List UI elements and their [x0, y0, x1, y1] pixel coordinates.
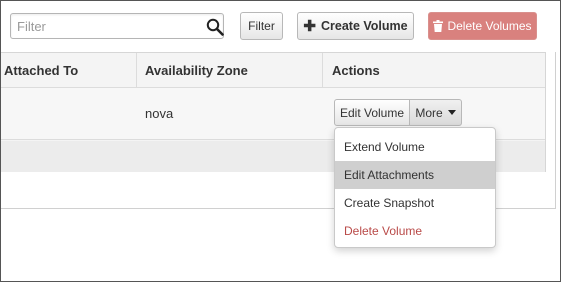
search-input[interactable]	[11, 14, 201, 38]
column-header-actions: Actions	[332, 63, 380, 78]
search-icon[interactable]	[206, 18, 224, 36]
column-header-attached-to[interactable]: Attached To	[0, 53, 78, 88]
trash-icon	[433, 20, 444, 32]
delete-volumes-button[interactable]: Delete Volumes	[428, 12, 537, 40]
menu-item-extend-volume[interactable]: Extend Volume	[335, 133, 495, 161]
menu-item-edit-attachments[interactable]: Edit Attachments	[335, 161, 495, 189]
more-dropdown-toggle[interactable]: More	[409, 99, 462, 126]
edit-volume-button[interactable]: Edit Volume	[334, 99, 410, 126]
filter-button-label: Filter	[248, 19, 275, 33]
delete-volumes-label: Delete Volumes	[447, 19, 532, 33]
create-volume-label: Create Volume	[320, 19, 408, 33]
more-actions-menu: Extend Volume Edit Attachments Create Sn…	[334, 127, 496, 248]
edit-volume-label: Edit Volume	[339, 105, 405, 120]
column-header-availability-zone[interactable]: Availability Zone	[141, 53, 248, 88]
menu-item-create-snapshot[interactable]: Create Snapshot	[335, 189, 495, 217]
caret-down-icon	[447, 110, 456, 115]
table-header: Attached To Availability Zone Actions	[0, 53, 545, 88]
cell-availability-zone: nova	[145, 106, 174, 121]
filter-button[interactable]: Filter	[240, 12, 283, 40]
more-label: More	[415, 105, 443, 120]
plus-icon: ✚	[303, 17, 316, 35]
search-field[interactable]	[10, 13, 224, 39]
menu-item-delete-volume[interactable]: Delete Volume	[335, 217, 495, 245]
create-volume-button[interactable]: ✚ Create Volume	[297, 12, 414, 40]
